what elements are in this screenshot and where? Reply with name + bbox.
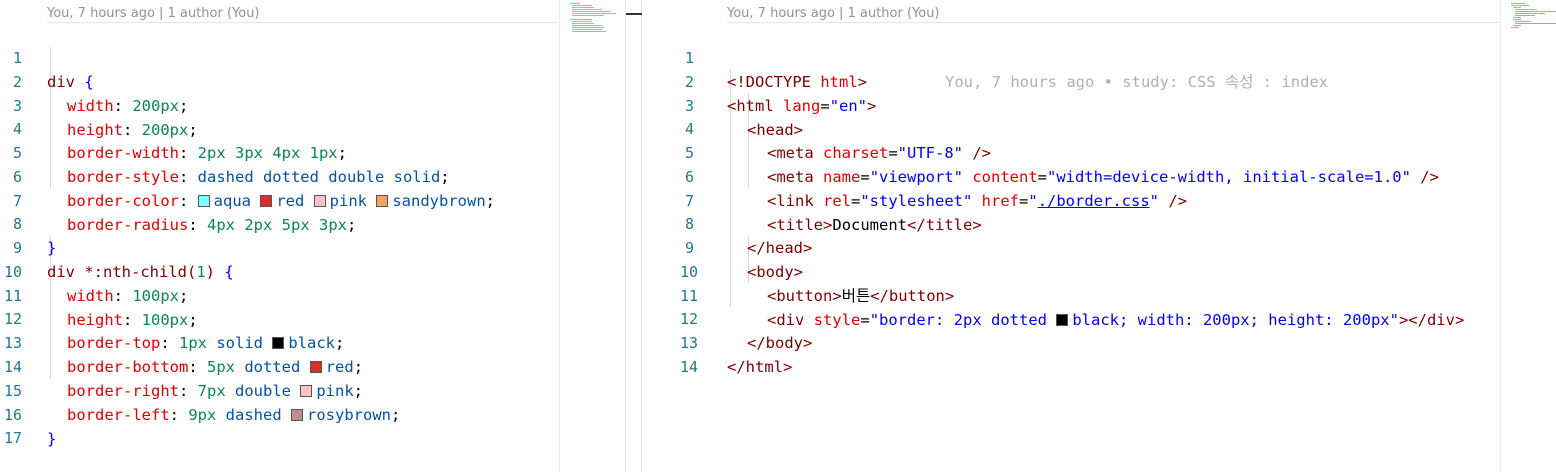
code-line[interactable]: 1 <!DOCTYPE html> You, 7 hours ago • stud… — [642, 22, 1556, 91]
codelens-author[interactable]: You, 7 hours ago | 1 author (You) — [727, 6, 940, 22]
code-line[interactable]: 13 border-bottom: 5px dotted red; — [0, 307, 625, 376]
code-line[interactable]: 8 </head> — [642, 188, 1556, 257]
code-line[interactable]: 11 <div style="border: 2px dotted black;… — [642, 260, 1556, 329]
code-line[interactable]: 7 <title>Document</title> — [642, 165, 1556, 234]
code-line[interactable]: 2 <html lang="en"> — [642, 46, 1556, 115]
codelens-author[interactable]: You, 7 hours ago | 1 author (You) — [47, 6, 260, 22]
code-line[interactable]: 8 } — [0, 188, 625, 257]
code-line[interactable]: 14 border-right: 7px double pink; — [0, 331, 625, 400]
code-line[interactable]: 5 border-style: dashed dotted double sol… — [0, 117, 625, 186]
code-line[interactable]: 4 border-width: 2px 3px 4px 1px; — [0, 93, 625, 162]
code-line[interactable]: 7 border-radius: 4px 2px 5px 3px; — [0, 165, 625, 234]
split-divider[interactable] — [625, 0, 642, 472]
code-line[interactable]: 2 width: 200px; — [0, 46, 625, 115]
code-line[interactable]: 12 </body> — [642, 283, 1556, 352]
code-line[interactable]: 3 height: 200px; — [0, 70, 625, 139]
line-number: 17 — [3, 429, 22, 447]
code-line[interactable]: 1 div { — [0, 22, 625, 91]
right-editor[interactable]: You, 7 hours ago | 1 author (You) 1 <!DO… — [642, 0, 1556, 472]
code-line[interactable]: 4 <meta charset="UTF-8" /> — [642, 93, 1556, 162]
code-line[interactable]: 9 div *:nth-child(1) { — [0, 212, 625, 281]
minimap[interactable] — [1500, 0, 1556, 472]
minimap[interactable] — [559, 0, 625, 472]
code-line[interactable]: 12 border-top: 1px solid black; — [0, 283, 625, 352]
code-line[interactable]: 10 width: 100px; — [0, 236, 625, 305]
code-line[interactable]: 15 border-left: 9px dashed rosybrown; — [0, 355, 625, 424]
code-line[interactable]: 14 — [642, 331, 1556, 376]
code-line[interactable]: 16 } — [0, 379, 625, 448]
code-line[interactable]: 17 — [0, 402, 625, 447]
code-line[interactable]: 6 border-color: aqua red pink sandybrown… — [0, 141, 625, 210]
code-line[interactable]: 6 <link rel="stylesheet" href="./border.… — [642, 141, 1556, 210]
code-line[interactable]: 9 <body> — [642, 212, 1556, 281]
code-line[interactable]: 3 <head> — [642, 70, 1556, 139]
code-line[interactable]: 13 </html> — [642, 307, 1556, 376]
code-line[interactable]: 5 <meta name="viewport" content="width=d… — [642, 117, 1556, 186]
left-editor[interactable]: You, 7 hours ago | 1 author (You) 1 div … — [0, 0, 625, 472]
line-number: 14 — [680, 358, 699, 376]
code-line[interactable]: 10 <button>버튼</button> — [642, 236, 1556, 305]
code-line[interactable]: 11 height: 100px; — [0, 260, 625, 329]
